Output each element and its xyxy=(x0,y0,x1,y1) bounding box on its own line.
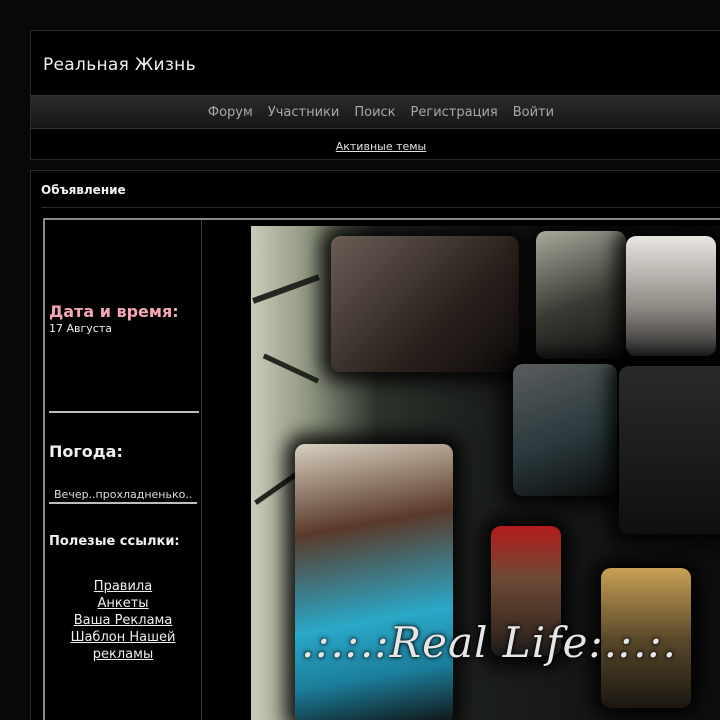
nav-forum-link[interactable]: Форум xyxy=(208,105,253,120)
active-topics-link[interactable]: Активные темы xyxy=(336,140,427,153)
links-heading: Полезые ссылки: xyxy=(49,534,180,549)
announcement-title: Объявление xyxy=(41,183,126,197)
weather-marquee: Вечер..прохладненько.. xyxy=(49,488,197,504)
collage-crack xyxy=(262,353,320,384)
sub-navigation: Активные темы xyxy=(31,135,720,154)
info-divider xyxy=(49,411,199,413)
your-ad-link[interactable]: Ваша Реклама xyxy=(45,612,201,629)
collage-photo xyxy=(513,364,617,496)
collage-photo xyxy=(331,236,519,372)
site-title: Реальная Жизнь xyxy=(43,55,196,75)
our-ad-template-link[interactable]: Шаблон Нашей рекламы xyxy=(45,629,201,663)
collage-logo-text: .:.:.:Real Life:.:.:. xyxy=(301,618,678,667)
profiles-link[interactable]: Анкеты xyxy=(45,595,201,612)
collage-photo xyxy=(295,444,453,720)
rules-link[interactable]: Правила xyxy=(45,578,201,595)
main-navigation: Форум Участники Поиск Регистрация Войти xyxy=(31,95,720,129)
collage-crack xyxy=(252,274,320,304)
links-list: Правила Анкеты Ваша Реклама Шаблон Нашей… xyxy=(45,578,201,663)
collage-crack xyxy=(254,472,298,505)
collage-photo xyxy=(626,236,716,356)
forum-header: Реальная Жизнь Форум Участники Поиск Рег… xyxy=(30,30,720,160)
collage-photo xyxy=(619,366,720,534)
banner-collage-image: .:.:.:Real Life:.:.:. xyxy=(251,226,720,720)
nav-members-link[interactable]: Участники xyxy=(268,105,340,120)
announcement-divider xyxy=(41,207,720,208)
info-column: Дата и время: 17 Августа Погода: Вечер..… xyxy=(45,220,202,720)
nav-register-link[interactable]: Регистрация xyxy=(411,105,498,120)
announcement-content: Дата и время: 17 Августа Погода: Вечер..… xyxy=(43,218,720,720)
datetime-heading: Дата и время: xyxy=(49,302,179,321)
forum-page: Реальная Жизнь Форум Участники Поиск Рег… xyxy=(0,0,720,720)
collage-photo xyxy=(536,231,626,359)
nav-login-link[interactable]: Войти xyxy=(513,105,554,120)
nav-search-link[interactable]: Поиск xyxy=(354,105,395,120)
weather-heading: Погода: xyxy=(49,442,123,461)
announcement-box: Объявление Дата и время: 17 Августа Пого… xyxy=(30,170,720,720)
datetime-value: 17 Августа xyxy=(49,322,112,335)
